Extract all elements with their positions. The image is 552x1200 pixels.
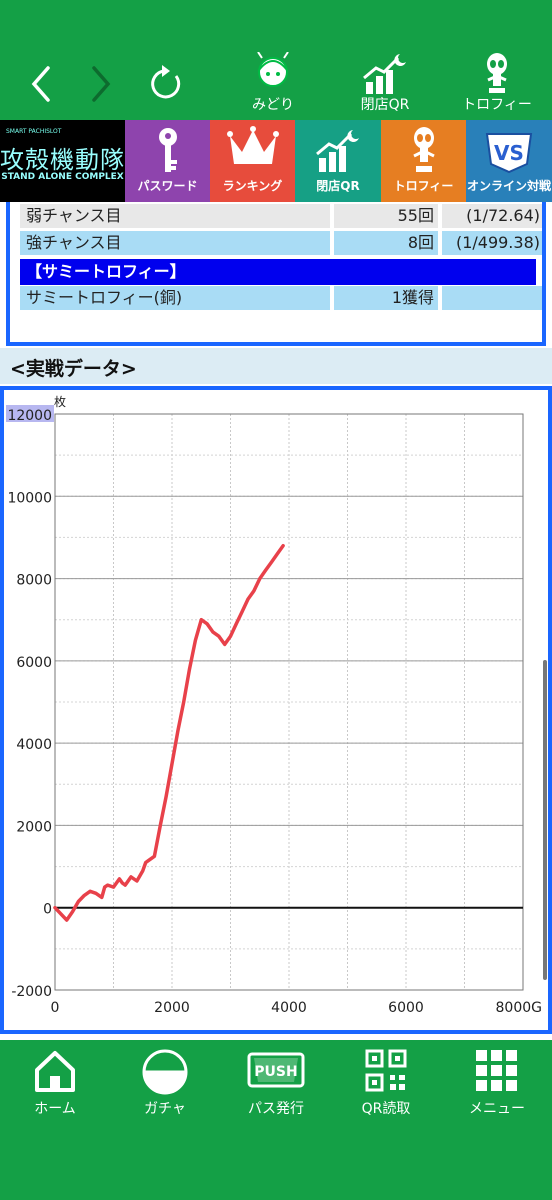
trophy-name: サミートロフィー(銅) <box>20 286 330 310</box>
trophy-extra <box>442 286 542 310</box>
app-screen: みどり 閉店QR トロフィー SMART PACHISLOT 攻殻機動隊 STA… <box>0 0 552 1200</box>
bottom-nav-qr-read[interactable]: QR読取 <box>331 1046 441 1117</box>
y-tick-label: 6000 <box>16 655 52 671</box>
table-row: サミートロフィー(銅) 1獲得 <box>16 286 542 310</box>
y-tick-label: 10000 <box>7 490 52 506</box>
bottom-nav-home-label: ホーム <box>34 1101 76 1117</box>
bottom-nav-menu-label: メニュー <box>469 1101 525 1117</box>
nav-midori-button[interactable]: みどり <box>228 50 318 116</box>
y-unit-label: 枚 <box>54 394 66 409</box>
push-pass-icon: PUSH <box>247 1052 305 1088</box>
tile-trophy[interactable]: トロフィー <box>381 120 466 202</box>
scrollbar[interactable] <box>543 660 547 980</box>
tile-closing-qr-label: 閉店QR <box>316 179 360 193</box>
play-data-chart: 120001000080006000400020000-2000枚0 2000 40… <box>6 394 542 1016</box>
series-line <box>53 543 285 922</box>
bottom-nav-home[interactable]: ホーム <box>0 1046 110 1117</box>
tile-password-label: パスワード <box>137 179 198 193</box>
y-tick-label: 12000 <box>7 408 52 424</box>
gacha-ball-icon <box>142 1049 188 1095</box>
svg-text:PUSH: PUSH <box>254 1064 297 1080</box>
x-tick-label: 0 <box>51 1000 60 1016</box>
crown-icon <box>226 126 279 164</box>
x-tick-label: 2000 <box>154 1000 190 1016</box>
y-tick-label: -2000 <box>11 984 52 1000</box>
stat-probability: (1/72.64) <box>442 204 542 228</box>
bottom-nav-gacha-label: ガチャ <box>144 1101 186 1117</box>
menu-grid-icon <box>476 1050 517 1091</box>
game-logo[interactable]: SMART PACHISLOT 攻殻機動隊 STAND ALONE COMPLE… <box>0 120 125 202</box>
nav-closing-qr-button[interactable]: 閉店QR <box>340 50 430 116</box>
nav-trophy-label: トロフィー <box>462 97 532 113</box>
home-icon <box>35 1051 75 1092</box>
y-tick-label: 8000 <box>16 573 52 589</box>
bottom-nav-pass-issue[interactable]: PUSH パス発行 <box>221 1046 331 1117</box>
trophy-section-header: 【サミートロフィー】 <box>20 259 536 285</box>
tile-online-battle-label: オンライン対戦 <box>466 179 551 193</box>
logo-small-text: SMART PACHISLOT <box>6 128 62 135</box>
vs-online-icon: VS <box>485 133 533 174</box>
trophy-alien-icon <box>412 127 435 172</box>
table-row: 強チャンス目 8回 (1/499.38) <box>16 231 542 255</box>
x-tick-label: 8000G <box>496 1000 542 1016</box>
chevron-right-icon <box>92 66 111 102</box>
girl-character-icon <box>257 52 289 87</box>
trophy-count: 1獲得 <box>334 286 438 310</box>
feature-banner: SMART PACHISLOT 攻殻機動隊 STAND ALONE COMPLE… <box>0 120 552 202</box>
play-data-chart-panel: 12000 10000 8000 6000 4000 2000 0 -2000 枚 0 2000 40… <box>0 386 552 1034</box>
logo-subtitle-text: STAND ALONE COMPLEX <box>1 172 124 182</box>
y-tick-label: 4000 <box>16 737 52 753</box>
stat-probability: (1/499.38) <box>442 231 542 255</box>
bottom-navigation-bar: ホーム ガチャ PUSH パス発行 QR読取 メニュー <box>0 1040 552 1200</box>
nav-closing-qr-label: 閉店QR <box>360 97 410 113</box>
trophy-alien-icon <box>487 53 507 93</box>
nav-trophy-button[interactable]: トロフィー <box>452 50 542 116</box>
chart-qr-icon <box>316 130 359 172</box>
stats-table: 弱チャンス目 55回 (1/72.64) 強チャンス目 8回 (1/499.38… <box>6 202 546 346</box>
x-tick-label: 6000 <box>388 1000 424 1016</box>
bottom-nav-menu[interactable]: メニュー <box>442 1046 552 1117</box>
y-tick-label: 0 <box>43 902 52 918</box>
stat-count: 55回 <box>334 204 438 228</box>
stat-count: 8回 <box>334 231 438 255</box>
stat-name: 弱チャンス目 <box>20 204 330 228</box>
nav-midori-label: みどり <box>252 97 294 113</box>
chart-qr-icon <box>363 54 406 94</box>
table-row: 弱チャンス目 55回 (1/72.64) <box>16 204 542 228</box>
reload-icon <box>151 65 181 99</box>
forward-button[interactable] <box>80 60 124 108</box>
section-title: <実戦データ> <box>10 358 137 380</box>
qr-code-icon <box>365 1049 407 1092</box>
key-icon <box>158 128 177 172</box>
tile-closing-qr[interactable]: 閉店QR <box>295 120 381 202</box>
bottom-nav-qr-read-label: QR読取 <box>361 1101 411 1117</box>
tile-ranking[interactable]: ランキング <box>210 120 295 202</box>
tile-online-battle[interactable]: VS オンライン対戦 <box>466 120 552 202</box>
logo-title-text: 攻殻機動隊 <box>0 146 125 174</box>
tile-trophy-label: トロフィー <box>393 179 454 193</box>
top-navigation-bar: みどり 閉店QR トロフィー <box>0 0 552 120</box>
y-tick-label: 2000 <box>16 819 52 835</box>
x-tick-label: 4000 <box>271 1000 307 1016</box>
chevron-left-icon <box>31 66 50 102</box>
bottom-nav-gacha[interactable]: ガチャ <box>110 1046 220 1117</box>
back-button[interactable] <box>20 60 64 108</box>
svg-text:VS: VS <box>494 141 524 165</box>
bottom-nav-pass-issue-label: パス発行 <box>248 1101 304 1117</box>
stat-name: 強チャンス目 <box>20 231 330 255</box>
tile-password[interactable]: パスワード <box>125 120 210 202</box>
tile-ranking-label: ランキング <box>222 179 283 193</box>
reload-button[interactable] <box>142 60 190 108</box>
